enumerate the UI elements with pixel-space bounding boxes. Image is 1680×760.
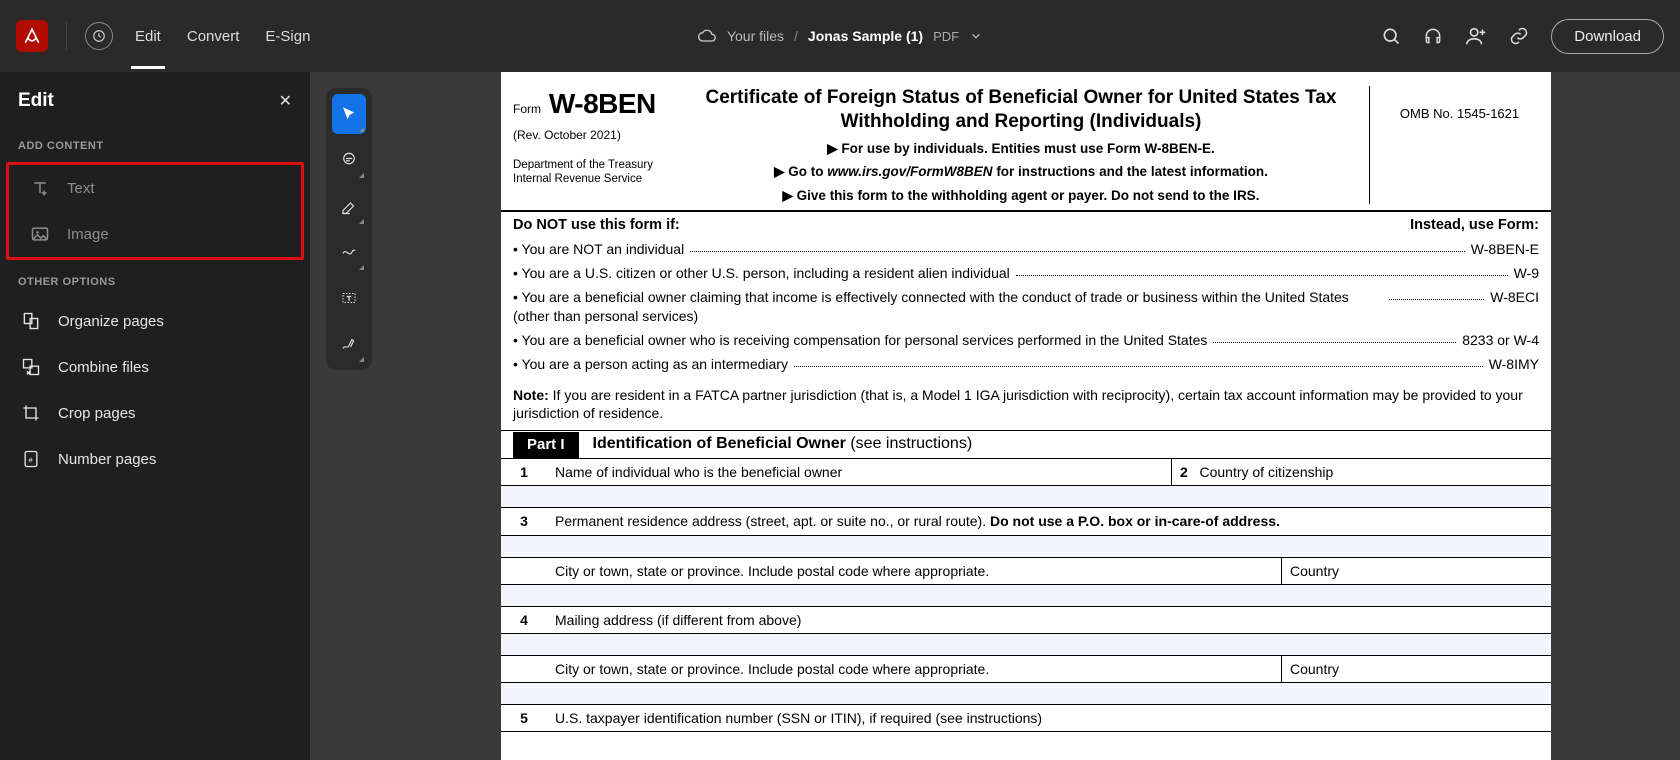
row5-label: U.S. taxpayer identification number (SSN…	[547, 705, 1551, 731]
row4-num: 4	[501, 607, 547, 633]
bullet-5: • You are a person acting as an intermed…	[513, 355, 788, 373]
row3-city-label: City or town, state or province. Include…	[547, 558, 1281, 584]
combine-label: Combine files	[58, 359, 149, 376]
add-image-button[interactable]: Image	[9, 211, 301, 257]
top-toolbar: Edit Convert E-Sign Your files / Jonas S…	[0, 0, 1680, 72]
combine-files-button[interactable]: Combine files	[0, 344, 310, 390]
section-other-options: OTHER OPTIONS	[0, 266, 310, 298]
row2-label: Country of citizenship	[1199, 464, 1333, 480]
section-add-content: ADD CONTENT	[0, 130, 310, 162]
nav-esign[interactable]: E-Sign	[261, 4, 314, 69]
form-sub3: Give this form to the withholding agent …	[681, 187, 1361, 205]
nav-convert[interactable]: Convert	[183, 4, 244, 69]
form-title: Certificate of Foreign Status of Benefic…	[681, 86, 1361, 134]
row5-num: 5	[501, 705, 547, 731]
row1-num: 1	[501, 459, 547, 485]
form-rev: (Rev. October 2021)	[513, 128, 673, 144]
textbox-tool[interactable]	[332, 278, 366, 318]
number-label: Number pages	[58, 451, 156, 468]
do-not-use-label: Do NOT use this form if:	[513, 216, 680, 235]
bullet-3-alt: W-8ECI	[1490, 288, 1539, 306]
row4-country-label: Country	[1281, 656, 1551, 682]
dept-line-1: Department of the Treasury	[513, 158, 673, 172]
pdf-page: Form W-8BEN (Rev. October 2021) Departme…	[501, 72, 1551, 760]
bullet-5-alt: W-8IMY	[1489, 355, 1539, 373]
bullet-4-alt: 8233 or W-4	[1462, 331, 1539, 349]
breadcrumb-file: Jonas Sample (1)	[808, 28, 923, 44]
organize-pages-button[interactable]: Organize pages	[0, 298, 310, 344]
separator	[66, 22, 67, 50]
acrobat-logo	[16, 20, 48, 52]
breadcrumb: Your files / Jonas Sample (1) PDF	[697, 26, 983, 46]
breadcrumb-location[interactable]: Your files	[727, 28, 784, 44]
row2-num: 2	[1180, 464, 1188, 480]
part1-title: Identification of Beneficial Owner (see …	[579, 431, 987, 458]
add-image-label: Image	[67, 226, 109, 243]
text-icon	[29, 177, 51, 199]
bullet-4: • You are a beneficial owner who is rece…	[513, 331, 1207, 349]
bullet-1: • You are NOT an individual	[513, 240, 684, 258]
note-text: Note: If you are resident in a FATCA par…	[501, 382, 1551, 431]
bullet-3: • You are a beneficial owner claiming th…	[513, 288, 1383, 324]
headphones-icon[interactable]	[1423, 26, 1443, 46]
row3-num: 3	[501, 508, 547, 534]
combine-icon	[20, 356, 42, 378]
close-icon[interactable]: ✕	[279, 91, 292, 111]
image-icon	[29, 223, 51, 245]
panel-title: Edit	[18, 90, 54, 112]
chevron-down-icon[interactable]	[969, 29, 983, 43]
sign-tool[interactable]	[332, 324, 366, 364]
row3-input[interactable]	[501, 536, 1551, 558]
bullet-2-alt: W-9	[1514, 264, 1539, 282]
row4-label: Mailing address (if different from above…	[547, 607, 1551, 633]
breadcrumb-ext: PDF	[933, 29, 959, 44]
row4-city-input[interactable]	[501, 683, 1551, 705]
breadcrumb-sep: /	[794, 28, 798, 44]
part1-tag: Part I	[513, 432, 579, 458]
row3-label: Permanent residence address (street, apt…	[547, 508, 1551, 534]
search-icon[interactable]	[1381, 26, 1401, 46]
annotation-toolstrip	[326, 88, 372, 370]
organize-icon	[20, 310, 42, 332]
highlight-tool[interactable]	[332, 186, 366, 226]
row3-country-label: Country	[1281, 558, 1551, 584]
row1-input[interactable]	[501, 486, 1551, 508]
document-canvas[interactable]: Form W-8BEN (Rev. October 2021) Departme…	[372, 72, 1680, 760]
recent-icon[interactable]	[85, 22, 113, 50]
nav-edit[interactable]: Edit	[131, 4, 165, 69]
annotation-highlight: Text Image	[6, 162, 304, 260]
add-text-label: Text	[67, 180, 95, 197]
crop-icon	[20, 402, 42, 424]
download-button[interactable]: Download	[1551, 19, 1664, 54]
select-tool[interactable]	[332, 94, 366, 134]
crop-label: Crop pages	[58, 405, 136, 422]
dept-line-2: Internal Revenue Service	[513, 172, 673, 186]
form-code: W-8BEN	[549, 86, 656, 122]
row4-city-label: City or town, state or province. Include…	[547, 656, 1281, 682]
number-icon: #	[20, 448, 42, 470]
form-word: Form	[513, 102, 541, 118]
link-icon[interactable]	[1509, 26, 1529, 46]
omb-number: OMB No. 1545-1621	[1369, 86, 1539, 204]
row4-input[interactable]	[501, 634, 1551, 656]
draw-tool[interactable]	[332, 232, 366, 272]
form-sub2: Go to www.irs.gov/FormW8BEN for instruct…	[681, 163, 1361, 181]
bullet-1-alt: W-8BEN-E	[1471, 240, 1539, 258]
row1-label: Name of individual who is the beneficial…	[547, 459, 1171, 485]
add-user-icon[interactable]	[1465, 25, 1487, 47]
number-pages-button[interactable]: # Number pages	[0, 436, 310, 482]
comment-tool[interactable]	[332, 140, 366, 180]
organize-label: Organize pages	[58, 313, 164, 330]
row3-city-input[interactable]	[501, 585, 1551, 607]
bullet-2: • You are a U.S. citizen or other U.S. p…	[513, 264, 1010, 282]
edit-panel: Edit ✕ ADD CONTENT Text Image O	[0, 72, 310, 760]
cloud-icon	[697, 26, 717, 46]
svg-text:#: #	[29, 455, 34, 464]
form-sub1: For use by individuals. Entities must us…	[681, 140, 1361, 158]
add-text-button[interactable]: Text	[9, 165, 301, 211]
crop-pages-button[interactable]: Crop pages	[0, 390, 310, 436]
instead-use-label: Instead, use Form:	[1410, 216, 1539, 235]
